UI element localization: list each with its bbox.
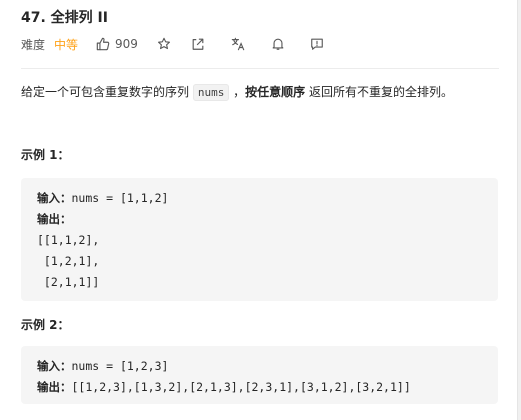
scrollbar[interactable]: [517, 0, 521, 420]
problem-meta-bar: 难度 中等 909: [21, 35, 324, 53]
example-input-line: 输入：nums = [1,2,3]: [37, 356, 498, 377]
example-1-title: 示例 1：: [21, 148, 70, 162]
like-count: 909: [115, 37, 138, 51]
input-value: nums = [1,1,2]: [71, 191, 169, 205]
output-label: 输出：: [37, 380, 72, 394]
output-line: [2,1,1]]: [37, 275, 100, 289]
inline-code: nums: [192, 84, 230, 101]
output-label: 输出：: [37, 212, 72, 226]
example-2-block: 输入：nums = [1,2,3] 输出：[[1,2,3],[1,3,2],[2…: [21, 346, 498, 404]
difficulty-label: 难度: [21, 37, 46, 52]
output-line: [1,2,1],: [37, 254, 100, 268]
example-2-title: 示例 2：: [21, 318, 70, 332]
description-text: 给定一个可包含重复数字的序列: [21, 85, 193, 99]
problem-description: 给定一个可包含重复数字的序列 nums ，按任意顺序 返回所有不重复的全排列。: [21, 82, 453, 103]
subscribe-button[interactable]: [271, 37, 285, 51]
translate-icon: [231, 37, 245, 51]
divider: [21, 68, 499, 69]
translate-button[interactable]: [231, 37, 245, 51]
input-label: 输入：: [37, 359, 72, 373]
description-text: 返回所有不重复的全排列。: [305, 85, 453, 99]
input-label: 输入：: [37, 191, 72, 205]
description-text: ，: [229, 85, 246, 99]
example-output-line: 输出：[[1,2,3],[1,3,2],[2,1,3],[2,3,1],[3,1…: [37, 377, 498, 398]
like-button[interactable]: 909: [96, 37, 138, 51]
difficulty-badge: 中等: [54, 37, 79, 52]
example-output-label-line: 输出：: [37, 209, 498, 230]
feedback-button[interactable]: [310, 37, 324, 51]
description-bold: 按任意顺序: [245, 85, 306, 99]
bell-icon: [272, 38, 284, 50]
example-input-line: 输入：nums = [1,1,2]: [37, 188, 498, 209]
favorite-button[interactable]: [157, 37, 171, 51]
output-value: [[1,2,3],[1,3,2],[2,1,3],[2,3,1],[3,1,2]…: [71, 380, 411, 394]
thumbs-up-icon: [96, 37, 110, 51]
output-line: [[1,1,2],: [37, 233, 100, 247]
example-1-block: 输入：nums = [1,1,2] 输出： [[1,1,2], [1,2,1],…: [21, 178, 498, 301]
feedback-icon: [311, 38, 323, 50]
input-value: nums = [1,2,3]: [71, 359, 169, 373]
star-icon: [157, 37, 170, 50]
share-button[interactable]: [191, 37, 205, 51]
problem-title: 47. 全排列 II: [21, 10, 108, 26]
share-icon: [192, 38, 204, 50]
